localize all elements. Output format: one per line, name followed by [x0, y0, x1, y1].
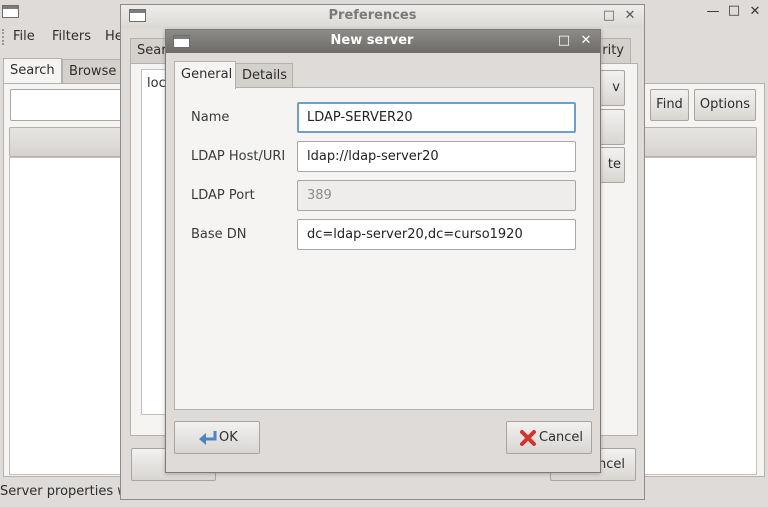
host-field[interactable]: ldap://ldap-server20: [297, 141, 576, 172]
status-text: Server properties wi: [0, 484, 132, 499]
tab-details[interactable]: Details: [235, 63, 293, 88]
base-dn-label: Base DN: [191, 227, 247, 242]
host-label: LDAP Host/URI: [191, 149, 286, 164]
dialog-title: New server: [330, 33, 414, 48]
general-panel: Name LDAP-SERVER20 LDAP Host/URI ldap://…: [174, 87, 594, 410]
find-button[interactable]: Find: [650, 89, 689, 121]
dialog-titlebar: New server □ ✕: [166, 30, 600, 53]
app-window-icon: [2, 5, 19, 18]
dialog-close-icon[interactable]: ✕: [579, 34, 593, 48]
menu-filters[interactable]: Filters: [52, 29, 91, 44]
preferences-close-icon[interactable]: ✕: [623, 9, 637, 23]
search-input[interactable]: [10, 89, 130, 121]
minimize-icon[interactable]: —: [706, 5, 720, 19]
new-server-dialog: New server □ ✕ General Details Name LDAP…: [165, 29, 601, 473]
preferences-title: Preferences: [328, 8, 417, 23]
cancel-button[interactable]: Cancel: [506, 421, 592, 454]
dialog-maximize-icon[interactable]: □: [557, 34, 571, 48]
cancel-x-icon: [520, 430, 536, 446]
tab-browse[interactable]: Browse: [62, 59, 122, 84]
tab-search[interactable]: Search: [3, 58, 62, 84]
ok-arrow-icon: [199, 431, 217, 445]
maximize-icon[interactable]: □: [727, 4, 741, 18]
close-icon[interactable]: ✕: [748, 5, 762, 19]
server-list-item[interactable]: loc: [147, 76, 166, 91]
port-field: 389: [297, 180, 576, 211]
preferences-maximize-icon[interactable]: □: [602, 9, 616, 23]
ok-button[interactable]: OK: [174, 421, 260, 454]
menu-file[interactable]: File: [13, 29, 35, 44]
options-button[interactable]: Options: [694, 89, 756, 121]
tab-general[interactable]: General: [174, 61, 236, 89]
port-label: LDAP Port: [191, 188, 255, 203]
cancel-label: Cancel: [539, 430, 584, 445]
menu-grip-icon: [2, 29, 5, 45]
name-field[interactable]: LDAP-SERVER20: [297, 102, 576, 133]
name-label: Name: [191, 110, 230, 125]
base-dn-field[interactable]: dc=ldap-server20,dc=curso1920: [297, 219, 576, 250]
preferences-titlebar: Preferences □ ✕: [121, 5, 644, 28]
ok-label: OK: [219, 430, 238, 445]
